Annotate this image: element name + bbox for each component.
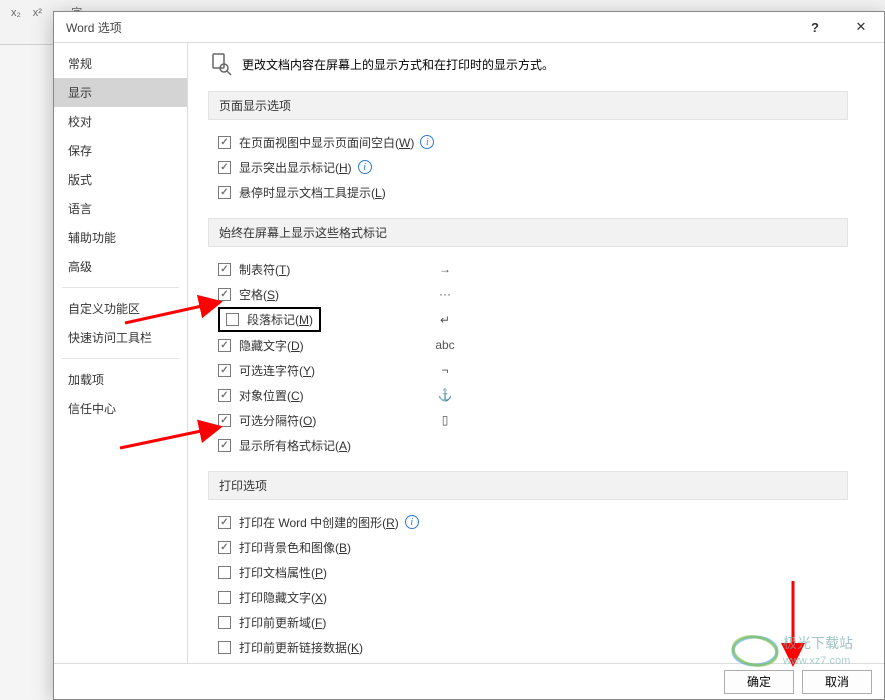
content-pane: 更改文档内容在屏幕上的显示方式和在打印时的显示方式。 页面显示选项 在页面视图中… (188, 43, 884, 663)
option-label: 可选分隔符(O) (239, 412, 316, 429)
option-label: 显示突出显示标记(H) (239, 159, 352, 176)
info-icon[interactable]: i (420, 135, 434, 149)
option-row: 打印隐藏文字(X) (218, 585, 872, 609)
checkbox[interactable] (218, 136, 231, 149)
option-row: 在页面视图中显示页面间空白(W) i (218, 130, 872, 154)
checkbox[interactable] (218, 516, 231, 529)
checkbox[interactable] (218, 439, 231, 452)
sidebar-item-9[interactable]: 快速访问工具栏 (54, 323, 187, 352)
option-row: 打印在 Word 中创建的图形(R) i (218, 510, 872, 534)
sidebar-item-7[interactable]: 高级 (54, 252, 187, 281)
option-row: 制表符(T) → (218, 257, 872, 281)
checkbox[interactable] (218, 591, 231, 604)
option-label: 对象位置(C) (239, 387, 304, 404)
format-symbol: ▯ (434, 413, 456, 427)
sidebar-item-10[interactable]: 加载项 (54, 365, 187, 394)
page-search-icon (208, 51, 234, 77)
help-button[interactable]: ? (792, 12, 838, 42)
option-row: 打印文档属性(P) (218, 560, 872, 584)
close-button[interactable]: ✕ (838, 12, 884, 42)
format-symbol: ¬ (434, 363, 456, 377)
checkbox[interactable] (218, 566, 231, 579)
option-label: 空格(S) (239, 286, 279, 303)
sidebar: 常规显示校对保存版式语言辅助功能高级自定义功能区快速访问工具栏加载项信任中心 (54, 43, 188, 663)
info-icon[interactable]: i (358, 160, 372, 174)
checkbox[interactable] (218, 161, 231, 174)
word-options-dialog: Word 选项 ? ✕ 常规显示校对保存版式语言辅助功能高级自定义功能区快速访问… (53, 11, 885, 700)
option-label: 打印前更新域(F) (239, 614, 326, 631)
checkbox[interactable] (218, 339, 231, 352)
sidebar-item-11[interactable]: 信任中心 (54, 394, 187, 423)
info-icon[interactable]: i (405, 515, 419, 529)
cancel-button[interactable]: 取消 (802, 670, 872, 694)
checkbox[interactable] (218, 186, 231, 199)
option-row: 打印前更新域(F) (218, 610, 872, 634)
checkbox[interactable] (218, 616, 231, 629)
format-symbol: → (434, 262, 456, 276)
format-symbol: abc (434, 338, 456, 352)
option-label: 打印在 Word 中创建的图形(R) (239, 514, 399, 531)
option-row: 对象位置(C) ⚓ (218, 383, 872, 407)
header-desc: 更改文档内容在屏幕上的显示方式和在打印时的显示方式。 (242, 56, 554, 73)
option-row: 段落标记(M) ↵ (218, 307, 872, 332)
dialog-footer: 确定 取消 (54, 663, 884, 699)
section-print: 打印选项 (208, 471, 848, 500)
option-label: 段落标记(M) (247, 311, 313, 328)
format-symbol: ··· (434, 287, 456, 301)
checkbox[interactable] (226, 313, 239, 326)
option-row: 打印背景色和图像(B) (218, 535, 872, 559)
option-label: 打印文档属性(P) (239, 564, 327, 581)
sidebar-item-1[interactable]: 显示 (54, 78, 187, 107)
format-symbol: ⚓ (434, 388, 456, 402)
ok-button[interactable]: 确定 (724, 670, 794, 694)
option-label: 打印隐藏文字(X) (239, 589, 327, 606)
sidebar-item-4[interactable]: 版式 (54, 165, 187, 194)
option-label: 可选连字符(Y) (239, 362, 315, 379)
option-label: 打印背景色和图像(B) (239, 539, 351, 556)
option-label: 悬停时显示文档工具提示(L) (239, 184, 386, 201)
checkbox[interactable] (218, 414, 231, 427)
option-row: 显示所有格式标记(A) (218, 433, 872, 457)
option-label: 打印前更新链接数据(K) (239, 639, 363, 656)
option-label: 隐藏文字(D) (239, 337, 304, 354)
checkbox[interactable] (218, 288, 231, 301)
sidebar-item-6[interactable]: 辅助功能 (54, 223, 187, 252)
option-row: 显示突出显示标记(H) i (218, 155, 872, 179)
checkbox[interactable] (218, 364, 231, 377)
sidebar-item-0[interactable]: 常规 (54, 49, 187, 78)
format-symbol: ↵ (434, 313, 456, 327)
section-page-display: 页面显示选项 (208, 91, 848, 120)
section-format-marks: 始终在屏幕上显示这些格式标记 (208, 218, 848, 247)
sidebar-item-2[interactable]: 校对 (54, 107, 187, 136)
sidebar-item-8[interactable]: 自定义功能区 (54, 294, 187, 323)
dialog-title: Word 选项 (66, 19, 122, 36)
option-row: 隐藏文字(D) abc (218, 333, 872, 357)
sidebar-item-5[interactable]: 语言 (54, 194, 187, 223)
sidebar-item-3[interactable]: 保存 (54, 136, 187, 165)
option-label: 在页面视图中显示页面间空白(W) (239, 134, 414, 151)
option-row: 空格(S) ··· (218, 282, 872, 306)
checkbox[interactable] (218, 263, 231, 276)
option-row: 悬停时显示文档工具提示(L) (218, 180, 872, 204)
titlebar: Word 选项 ? ✕ (54, 12, 884, 42)
checkbox[interactable] (218, 389, 231, 402)
option-label: 制表符(T) (239, 261, 290, 278)
checkbox[interactable] (218, 641, 231, 654)
option-label: 显示所有格式标记(A) (239, 437, 351, 454)
checkbox[interactable] (218, 541, 231, 554)
option-row: 打印前更新链接数据(K) (218, 635, 872, 659)
option-row: 可选连字符(Y) ¬ (218, 358, 872, 382)
option-row: 可选分隔符(O) ▯ (218, 408, 872, 432)
